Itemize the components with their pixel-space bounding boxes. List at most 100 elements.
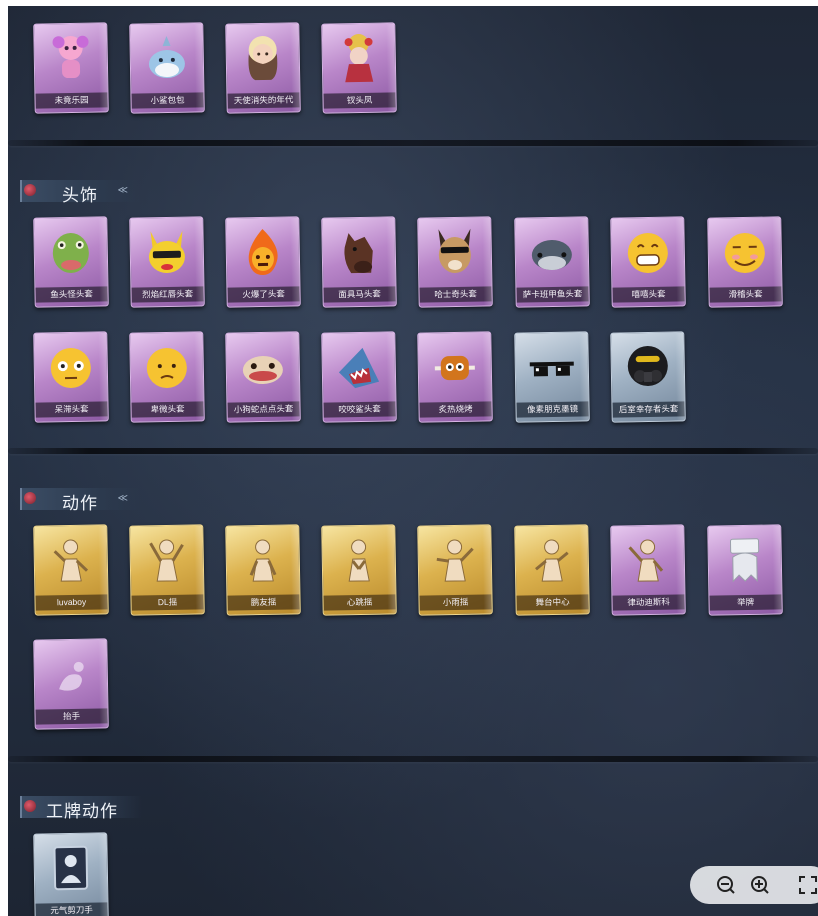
raise-hand-icon: [44, 648, 97, 701]
item-card[interactable]: 炙热烧烤: [417, 331, 493, 423]
fish-head-icon: [44, 226, 97, 279]
husky-head-icon: [428, 226, 481, 279]
card-frame: 天使消失的年代: [225, 22, 301, 114]
card-frame: 火爆了头套: [225, 216, 301, 308]
item-card[interactable]: 举牌: [707, 524, 783, 616]
card-frame: DL摇: [129, 524, 205, 616]
item-card[interactable]: luvaboy: [33, 524, 109, 616]
item-label: 抬手: [35, 708, 108, 725]
item-card[interactable]: 像素朋克墨镜: [514, 331, 590, 423]
card-frame: 钗头凤: [321, 22, 397, 114]
card-frame: luvaboy: [33, 524, 109, 616]
item-card[interactable]: 小雨摇: [417, 524, 493, 616]
item-card[interactable]: DL摇: [129, 524, 205, 616]
card-frame: 未竟乐园: [33, 22, 109, 114]
pink-doll-icon: [44, 32, 97, 85]
pose-figure-icon: [428, 534, 481, 587]
card-frame: 后室幸存者头套: [610, 331, 686, 423]
angel-girl-icon: [236, 32, 289, 85]
item-card[interactable]: 火爆了头套: [225, 216, 301, 308]
item-label: 炙热烧烤: [419, 401, 492, 418]
section-header-badge-actions: 工牌动作: [20, 796, 142, 821]
card-frame: 小雨摇: [417, 524, 493, 616]
pose-figure-icon: [236, 534, 289, 587]
fullscreen-icon[interactable]: [796, 873, 818, 897]
section-divider: [8, 756, 818, 762]
item-card[interactable]: 哈士奇头套: [417, 216, 493, 308]
shark-bag-icon: [140, 32, 193, 85]
item-label: 小狗蛇点点头套: [227, 401, 300, 418]
card-frame: 卑微头套: [129, 331, 205, 423]
item-card[interactable]: 鱼头怪头套: [33, 216, 109, 308]
badge-card-icon: [44, 842, 97, 895]
funny-emoji-icon: [718, 226, 771, 279]
item-label: 律动迪斯科: [612, 594, 685, 611]
item-card[interactable]: 元气剪刀手: [33, 832, 109, 916]
card-frame: 心跳摇: [321, 524, 397, 616]
pose-figure-icon: [44, 534, 97, 587]
item-card[interactable]: 咬咬鲨头套: [321, 331, 397, 423]
card-frame: 哈士奇头套: [417, 216, 493, 308]
gem-icon: [24, 184, 36, 196]
bbq-meat-icon: [428, 341, 481, 394]
item-card[interactable]: 鹏友摇: [225, 524, 301, 616]
card-frame: 元气剪刀手: [33, 832, 109, 916]
item-card[interactable]: 未竟乐园: [33, 22, 109, 114]
item-card[interactable]: 烈焰红唇头套: [129, 216, 205, 308]
item-card[interactable]: 小狗蛇点点头套: [225, 331, 301, 423]
item-card[interactable]: 律动迪斯科: [610, 524, 686, 616]
snake-head-icon: [236, 341, 289, 394]
phoenix-hairpin-icon: [332, 32, 385, 85]
item-card[interactable]: 舞台中心: [514, 524, 590, 616]
card-frame: 萨卡班甲鱼头套: [514, 216, 590, 308]
card-frame: 嘻嘻头套: [610, 216, 686, 308]
pixel-sunglasses-icon: [525, 341, 578, 394]
ghost-sign-icon: [718, 534, 771, 587]
gem-icon: [24, 800, 36, 812]
card-frame: 像素朋克墨镜: [514, 331, 590, 423]
item-card[interactable]: 小鲨包包: [129, 22, 205, 114]
item-label: 天使消失的年代: [227, 92, 300, 109]
item-label: 面具马头套: [323, 286, 396, 303]
pose-figure-icon: [525, 534, 578, 587]
card-frame: 鹏友摇: [225, 524, 301, 616]
item-card[interactable]: 呆滞头套: [33, 331, 109, 423]
item-card[interactable]: 抬手: [33, 638, 109, 730]
item-label: 后室幸存者头套: [612, 401, 685, 418]
item-label: 嘻嘻头套: [612, 286, 685, 303]
gas-mask-helmet-icon: [621, 341, 674, 394]
item-label: 卑微头套: [131, 401, 204, 418]
item-label: 未竟乐园: [35, 92, 108, 109]
zoom-in-icon[interactable]: [748, 873, 772, 897]
item-label: 鱼头怪头套: [35, 286, 108, 303]
humble-emoji-icon: [140, 341, 193, 394]
item-card[interactable]: 心跳摇: [321, 524, 397, 616]
item-card[interactable]: 滑稽头套: [707, 216, 783, 308]
card-frame: 咬咬鲨头套: [321, 331, 397, 423]
sacabambaspis-head-icon: [525, 226, 578, 279]
item-card[interactable]: 天使消失的年代: [225, 22, 301, 114]
grin-emoji-icon: [621, 226, 674, 279]
item-label: 小雨摇: [419, 594, 492, 611]
card-frame: 呆滞头套: [33, 331, 109, 423]
item-label: 小鲨包包: [131, 92, 204, 109]
item-card[interactable]: 卑微头套: [129, 331, 205, 423]
section-title: 头饰: [62, 186, 98, 205]
zoom-out-icon[interactable]: [714, 873, 738, 897]
flourish-icon: ≪: [117, 493, 128, 504]
item-card[interactable]: 萨卡班甲鱼头套: [514, 216, 590, 308]
pose-figure-icon: [621, 534, 674, 587]
card-frame: 鱼头怪头套: [33, 216, 109, 308]
item-card[interactable]: 钗头凤: [321, 22, 397, 114]
item-card[interactable]: 嘻嘻头套: [610, 216, 686, 308]
item-label: 像素朋克墨镜: [516, 401, 589, 418]
card-frame: 小狗蛇点点头套: [225, 331, 301, 423]
item-card[interactable]: 面具马头套: [321, 216, 397, 308]
card-frame: 小鲨包包: [129, 22, 205, 114]
card-frame: 舞台中心: [514, 524, 590, 616]
card-frame: 律动迪斯科: [610, 524, 686, 616]
item-card[interactable]: 后室幸存者头套: [610, 331, 686, 423]
item-label: 火爆了头套: [227, 286, 300, 303]
item-label: 烈焰红唇头套: [131, 286, 204, 303]
item-label: 元气剪刀手: [35, 902, 108, 916]
